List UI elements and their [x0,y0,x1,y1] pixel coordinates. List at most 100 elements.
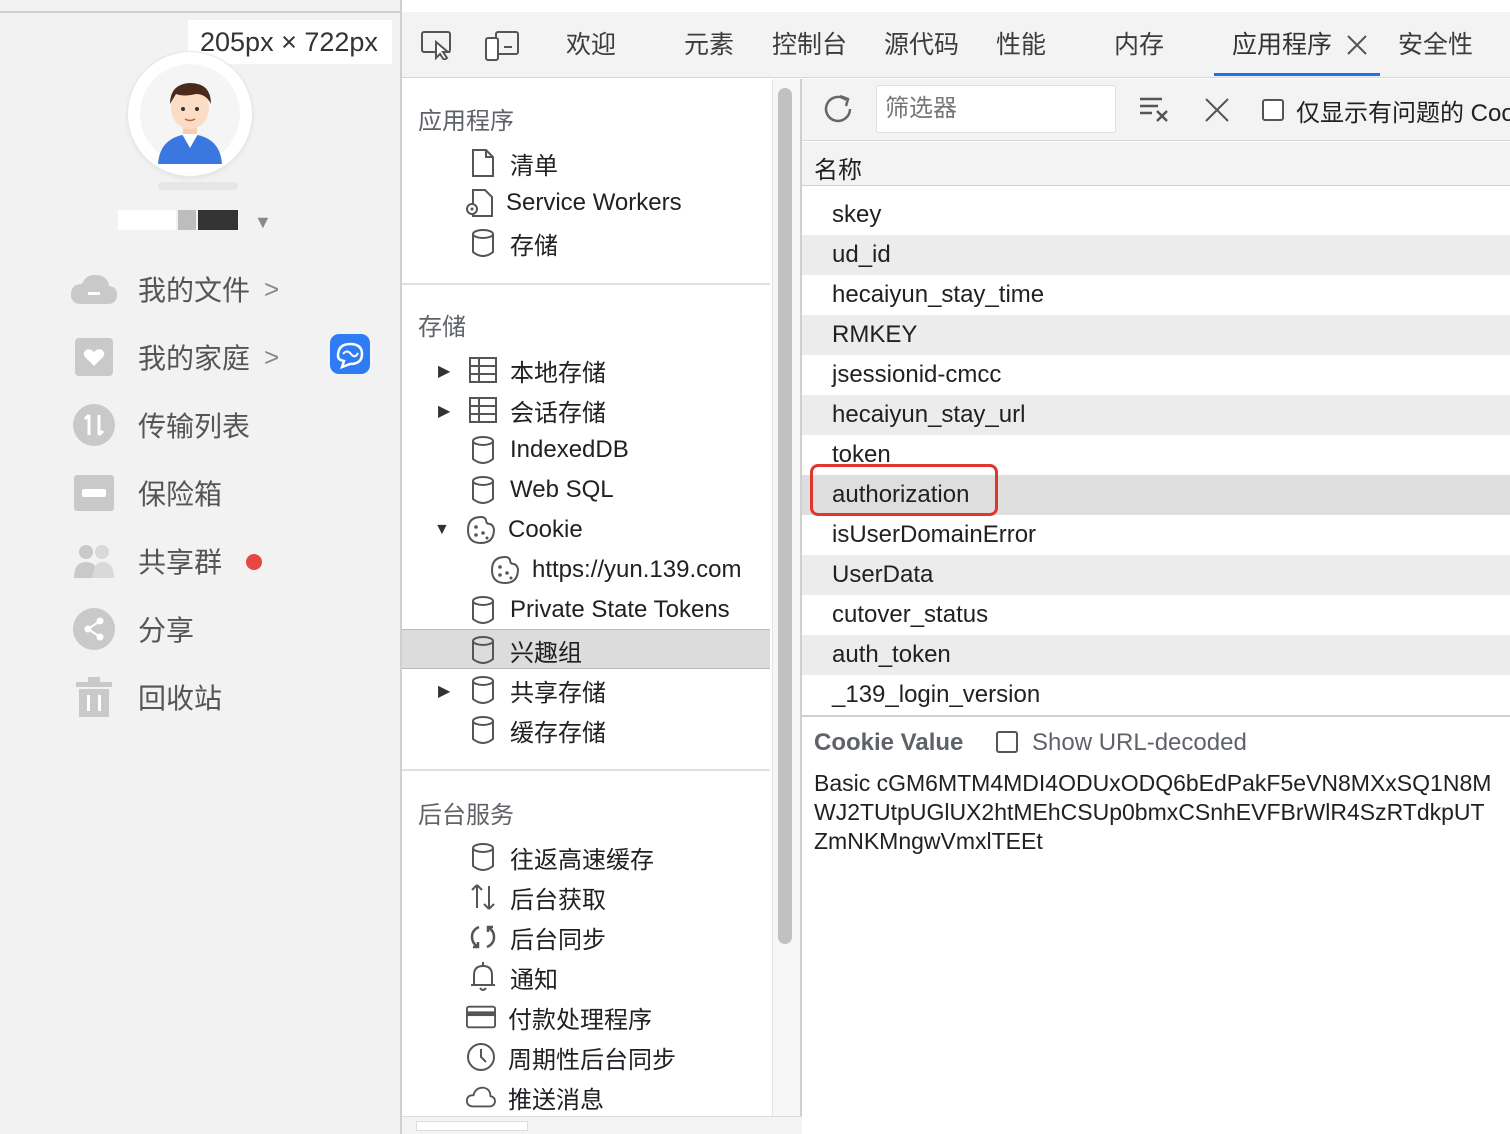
column-name-header[interactable]: 名称 [814,150,862,185]
tree-item-shared-storage[interactable]: 共享存储 [468,670,606,710]
tab-application[interactable]: 应用程序 [1232,12,1332,78]
table-header[interactable]: 名称 [802,142,1510,186]
cloud-outline-icon [466,1082,496,1112]
tree-label: Web SQL [510,476,614,503]
database-icon [468,842,498,872]
table-row[interactable]: cutover_status [802,595,1510,635]
table-row[interactable]: ud_id [802,235,1510,275]
only-issues-label: 仅显示有问题的 Coo [1296,100,1510,127]
tree-item-manifest[interactable]: 清单 [468,143,558,183]
devtools: 欢迎 元素 控制台 源代码 性能 内存 应用程序 安全性 应用程序 清单 Ser… [402,0,1510,1134]
tree-item-cookie-origin[interactable]: https://yun.139.com [490,550,741,590]
app-sidebar: 205px × 722px ▼ 我的文件 > 我的家庭 > 传输列表 保险箱 共… [0,0,400,1134]
dropdown-caret-icon[interactable]: ▼ [254,212,272,233]
tree-item-push-messaging[interactable]: 推送消息 [466,1077,604,1117]
cookie-value-line: WJ2TUtpUGlUX2htMEhCSUp0bmxCSnhEVFBrWlR4S… [814,799,1485,825]
tree-item-background-sync[interactable]: 后台同步 [468,917,606,957]
cookies-panel: 仅显示有问题的 Coo 名称 skey ud_id hecaiyun_stay_… [802,79,1510,1134]
sidebar-scrollbar-thumb[interactable] [778,88,792,944]
tree-label: 缓存存储 [510,719,606,747]
tab-console[interactable]: 控制台 [772,12,847,78]
tree-label: 共享存储 [510,679,606,707]
tree-label: 本地存储 [510,359,606,387]
only-issues-checkbox[interactable] [1262,99,1284,121]
tab-sources[interactable]: 源代码 [884,12,959,78]
nav-safe-box[interactable]: 保险箱 [70,468,380,518]
sidebar-horizontal-scrollbar[interactable] [402,1116,802,1134]
horizontal-scrollbar-thumb[interactable] [416,1121,528,1131]
tree-item-indexeddb[interactable]: IndexedDB [468,430,629,470]
close-tab-icon[interactable] [1346,34,1368,61]
nav-my-files[interactable]: 我的文件 > [70,264,380,314]
tree-item-web-sql[interactable]: Web SQL [468,470,614,510]
tree-item-cookie[interactable]: Cookie [466,510,583,550]
tree-item-payment-handler[interactable]: 付款处理程序 [466,997,652,1037]
nav-label: 回收站 [138,683,223,714]
tree-label: Cookie [508,516,583,543]
avatar[interactable] [128,52,252,176]
tree-item-background-fetch[interactable]: 后台获取 [468,877,606,917]
table-row[interactable]: _139_login_version [802,675,1510,714]
tree-label: 通知 [510,966,558,994]
tree-item-session-storage[interactable]: 会话存储 [468,390,606,430]
tab-elements[interactable]: 元素 [684,12,734,78]
sync-icon [468,922,498,952]
nav-transfer-list[interactable]: 传输列表 [70,400,380,450]
tree-item-service-workers[interactable]: Service Workers [464,183,682,223]
table-row[interactable]: skey [802,195,1510,235]
nav-recycle-bin[interactable]: 回收站 [70,672,380,722]
table-row[interactable]: hecaiyun_stay_time [802,275,1510,315]
tree-item-storage[interactable]: 存储 [468,223,558,263]
table-grid-icon [468,395,498,425]
inspect-element-icon[interactable] [420,30,454,65]
table-row[interactable]: token [802,435,1510,475]
tree-item-cache-storage[interactable]: 缓存存储 [468,710,606,750]
cookie-value-text[interactable]: Basic cGM6MTM4MDI4ODUxODQ6bEdPakF5eVN8MX… [814,769,1508,856]
tree-item-local-storage[interactable]: 本地存储 [468,350,606,390]
table-row[interactable]: hecaiyun_stay_url [802,395,1510,435]
database-icon [468,715,498,745]
device-toolbar-icon[interactable] [484,30,520,67]
delete-selected-icon[interactable] [1204,97,1230,128]
cookies-table: skey ud_id hecaiyun_stay_time RMKEY jses… [802,187,1510,714]
cookies-toolbar: 仅显示有问题的 Coo [802,79,1510,141]
avatar-shadow [158,182,238,190]
tree-item-private-state-tokens[interactable]: Private State Tokens [468,590,730,630]
tree-label: 周期性后台同步 [508,1046,676,1074]
clear-all-icon[interactable] [1138,95,1170,128]
selected-tree-row [402,629,770,669]
avatar-illustration [140,64,240,164]
nav-share-group[interactable]: 共享群 [70,536,380,586]
tree-item-periodic-background-sync[interactable]: 周期性后台同步 [466,1037,676,1077]
ai-assistant-icon[interactable] [330,334,370,374]
expand-arrow-icon[interactable]: ▶ [438,361,450,381]
table-row[interactable]: RMKEY [802,315,1510,355]
expand-arrow-icon[interactable]: ▶ [438,401,450,421]
tree-label: Service Workers [506,189,682,216]
nav-share[interactable]: 分享 [70,604,380,654]
tab-memory[interactable]: 内存 [1114,12,1164,78]
chevron-right-icon: > [264,273,280,304]
expand-arrow-icon[interactable]: ▶ [438,681,450,701]
table-row[interactable]: UserData [802,555,1510,595]
database-icon [468,595,498,625]
collapse-arrow-icon[interactable]: ▼ [434,521,450,539]
table-row-selected[interactable]: authorization [802,475,1510,515]
show-url-decoded-checkbox[interactable] [996,731,1018,753]
tree-item-back-forward-cache[interactable]: 往返高速缓存 [468,837,654,877]
tab-security[interactable]: 安全性 [1398,12,1473,78]
group-icon [70,539,118,583]
table-row[interactable]: isUserDomainError [802,515,1510,555]
cookie-value-title: Cookie Value [814,729,964,756]
table-row[interactable]: auth_token [802,635,1510,675]
refresh-icon[interactable] [820,91,856,132]
username-redacted [178,210,196,230]
filter-input[interactable] [876,85,1116,133]
tab-welcome[interactable]: 欢迎 [566,12,616,78]
tree-item-interest-groups[interactable]: 兴趣组 [468,630,582,670]
table-row[interactable]: jsessionid-cmcc [802,355,1510,395]
database-icon [468,635,498,665]
tab-performance[interactable]: 性能 [996,12,1046,78]
tree-item-notifications[interactable]: 通知 [468,957,558,997]
share-icon [70,607,118,651]
